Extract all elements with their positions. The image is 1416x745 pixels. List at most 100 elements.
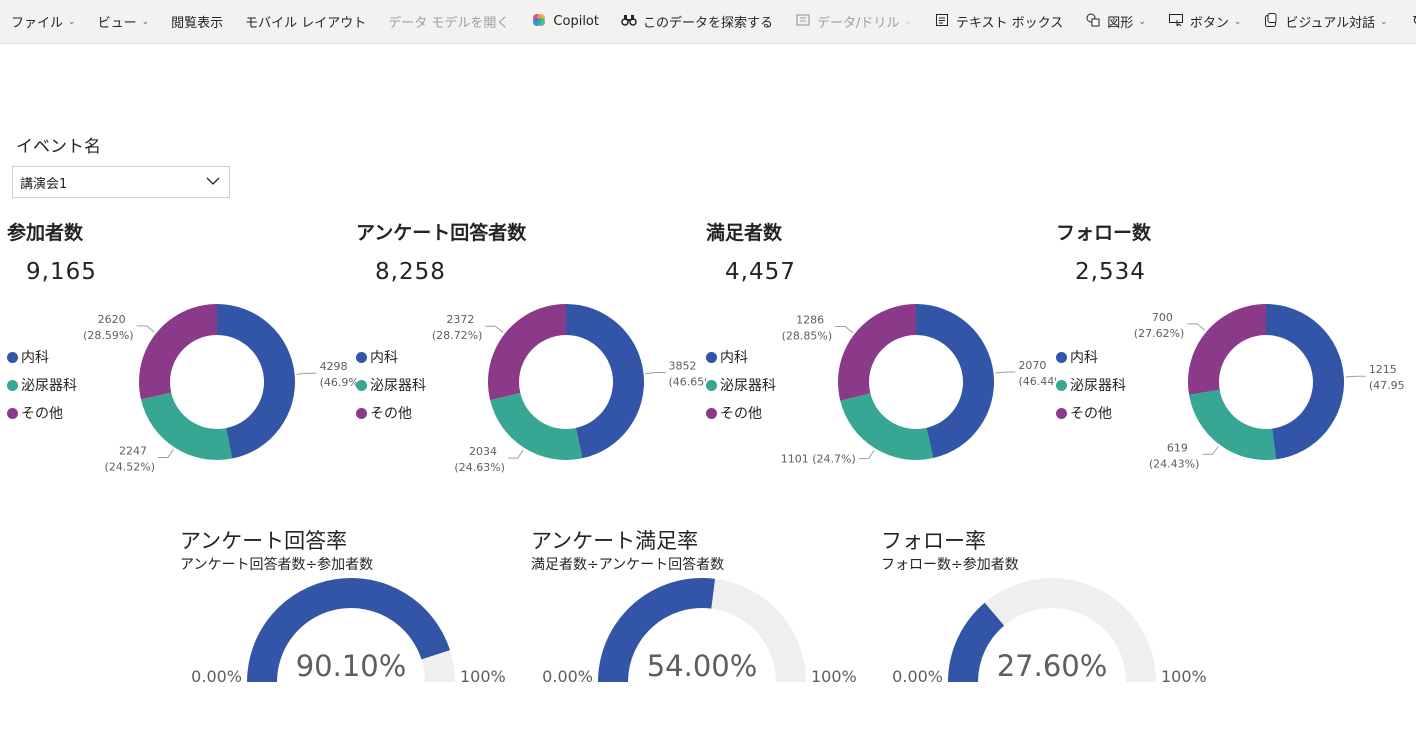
- slicer-title: イベント名: [16, 137, 101, 157]
- open-data-model-button[interactable]: データ モデルを開く: [377, 0, 520, 44]
- event-name-dropdown[interactable]: 講演会1: [12, 166, 230, 198]
- refresh-button[interactable]: ↻ 更新: [1399, 0, 1416, 44]
- legend-label: その他: [21, 406, 63, 422]
- donut-slice-泌尿器科[interactable]: [140, 392, 233, 460]
- gauge-value-label: 54.00%: [647, 649, 758, 683]
- donut-slice-内科[interactable]: [566, 304, 645, 459]
- gauge-value-label: 90.10%: [296, 649, 407, 683]
- donut-card[interactable]: 4298 (46.9%) 2247 (24.52%) 2620 (28.59%) 参加者数 9…: [7, 215, 357, 495]
- donut-card[interactable]: 2070 (46.44%) 1101 (24.7%) 1286 (28.85%) 満足者数…: [706, 215, 1056, 495]
- leader-line: [858, 449, 875, 460]
- legend-item[interactable]: 泌尿器科: [7, 371, 77, 399]
- gauge-visual[interactable]: フォロー率 フォロー数÷参加者数 27.60% 0.00% 100%: [881, 525, 1221, 695]
- chevron-down-icon: [205, 173, 221, 193]
- legend-item[interactable]: その他: [1056, 399, 1126, 427]
- slice-value-label: 2247: [119, 445, 147, 458]
- donut-slice-内科[interactable]: [1266, 304, 1345, 460]
- binoculars-icon: [621, 14, 637, 30]
- button-icon: [1168, 13, 1184, 30]
- legend-item[interactable]: 内科: [1056, 343, 1126, 371]
- card-value: 2,534: [1075, 259, 1146, 285]
- donut-slice-その他[interactable]: [1188, 304, 1266, 395]
- legend-dot: [1056, 379, 1067, 391]
- legend-label: 内科: [21, 350, 49, 366]
- slice-percent-label: (46.65%): [669, 376, 706, 389]
- slice-value-label: 4298: [320, 360, 348, 373]
- gauge-chart[interactable]: 54.00% 0.00% 100%: [531, 525, 871, 695]
- donut-card[interactable]: 3852 (46.65%) 2034 (24.63%) 2372 (28.72%) アンケー…: [356, 215, 706, 495]
- legend-item[interactable]: 泌尿器科: [1056, 371, 1126, 399]
- gauge-value-label: 27.60%: [997, 649, 1108, 683]
- slice-percent-label: (24.43%): [1149, 457, 1200, 470]
- donut-slice-その他[interactable]: [139, 304, 217, 400]
- legend-item[interactable]: 内科: [706, 343, 776, 371]
- gauge-max-label: 100%: [460, 667, 506, 686]
- legend-dot: [7, 379, 18, 391]
- donut-slice-泌尿器科[interactable]: [840, 393, 934, 460]
- legend-label: その他: [1070, 406, 1112, 422]
- donut-card[interactable]: 1215 (47.95...) 619 (24.43%) 700 (27.62%) フォロー…: [1056, 215, 1406, 495]
- card-value: 9,165: [26, 259, 97, 285]
- gauge-min-label: 0.00%: [542, 667, 593, 686]
- legend-item[interactable]: その他: [356, 399, 426, 427]
- gauge-max-label: 100%: [1161, 667, 1207, 686]
- donut-slice-その他[interactable]: [488, 304, 566, 401]
- chevron-down-icon: ⌄: [141, 16, 150, 27]
- gauge-chart[interactable]: 27.60% 0.00% 100%: [881, 525, 1221, 695]
- leader-line: [645, 372, 666, 375]
- data-drill-menu[interactable]: データ/ドリル ⌄: [784, 0, 923, 44]
- leader-line: [136, 325, 155, 333]
- donut-slice-泌尿器科[interactable]: [490, 392, 583, 460]
- legend: 内科 泌尿器科 その他: [706, 343, 776, 427]
- file-menu[interactable]: ファイル ⌄: [0, 0, 87, 44]
- textbox-button[interactable]: テキスト ボックス: [923, 0, 1074, 44]
- card-title: 参加者数: [7, 222, 84, 244]
- leader-line: [485, 325, 504, 333]
- slice-percent-label: (24.63%): [454, 461, 505, 474]
- legend-dot: [356, 351, 367, 363]
- gauge-visual[interactable]: アンケート回答率 アンケート回答者数÷参加者数 90.10% 0.00% 100%: [180, 525, 520, 695]
- leader-line: [995, 371, 1016, 374]
- slice-percent-label: (28.85%): [782, 330, 833, 343]
- interaction-icon: [1263, 12, 1279, 31]
- textbox-icon: [934, 13, 950, 30]
- legend-item[interactable]: 内科: [7, 343, 77, 371]
- buttons-menu[interactable]: ボタン ⌄: [1157, 0, 1253, 44]
- legend-dot: [1056, 407, 1067, 419]
- legend-label: 内科: [1070, 350, 1098, 366]
- leader-line: [1187, 323, 1206, 331]
- slice-value-label: 3852: [669, 360, 697, 373]
- gauge-chart[interactable]: 90.10% 0.00% 100%: [180, 525, 520, 695]
- gauge-max-label: 100%: [811, 667, 857, 686]
- shapes-icon: [1085, 13, 1101, 31]
- view-menu[interactable]: ビュー ⌄: [87, 0, 161, 44]
- copilot-button[interactable]: Copilot: [520, 0, 610, 44]
- shapes-label: 図形: [1107, 16, 1134, 31]
- slice-percent-label: (47.95...): [1369, 379, 1406, 392]
- slice-value-label: 1215: [1369, 363, 1397, 376]
- legend-label: 泌尿器科: [1070, 378, 1126, 394]
- donut-slice-内科[interactable]: [217, 304, 295, 459]
- gauge-visual[interactable]: アンケート満足率 満足者数÷アンケート回答者数 54.00% 0.00% 100%: [531, 525, 871, 695]
- reading-view-button[interactable]: 閲覧表示: [160, 0, 234, 44]
- gauge-min-label: 0.00%: [191, 667, 242, 686]
- donut-slice-泌尿器科[interactable]: [1189, 389, 1277, 460]
- mobile-layout-button[interactable]: モバイル レイアウト: [234, 0, 377, 44]
- card-title: フォロー数: [1056, 222, 1152, 244]
- legend-item[interactable]: その他: [706, 399, 776, 427]
- explore-data-button[interactable]: このデータを探索する: [610, 0, 784, 44]
- slice-value-label: 1101 (24.7%): [781, 453, 856, 466]
- legend-dot: [356, 407, 367, 419]
- slice-value-label: 1286: [796, 314, 824, 327]
- visual-interactions-menu[interactable]: ビジュアル対話 ⌄: [1252, 0, 1398, 44]
- legend-item[interactable]: 泌尿器科: [356, 371, 426, 399]
- chevron-down-icon: ⌄: [1233, 16, 1242, 27]
- donut-slice-その他[interactable]: [838, 304, 916, 401]
- legend-label: その他: [370, 406, 412, 422]
- card-value: 4,457: [725, 259, 796, 285]
- shapes-menu[interactable]: 図形 ⌄: [1074, 0, 1157, 44]
- legend-item[interactable]: 泌尿器科: [706, 371, 776, 399]
- legend-item[interactable]: その他: [7, 399, 77, 427]
- legend-item[interactable]: 内科: [356, 343, 426, 371]
- copilot-label: Copilot: [553, 14, 599, 29]
